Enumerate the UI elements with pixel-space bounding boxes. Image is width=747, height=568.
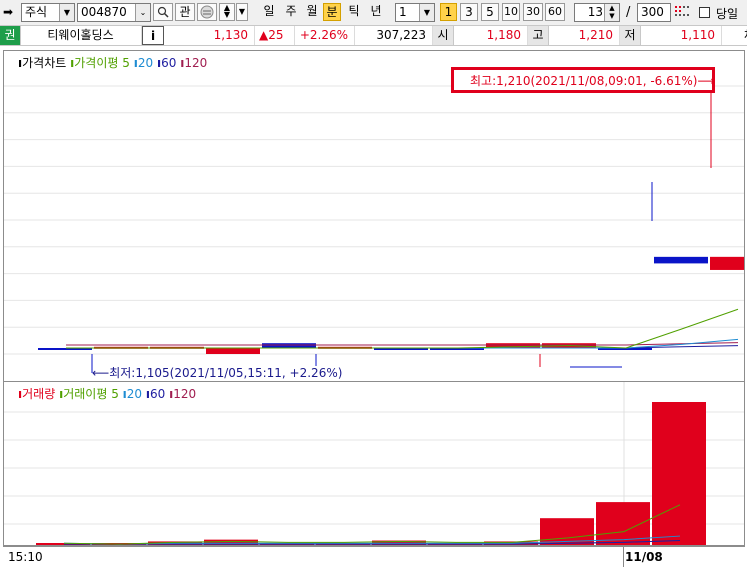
- vma60-period: 60: [150, 387, 166, 401]
- layers-icon: [200, 5, 214, 19]
- interval-select[interactable]: 1 ▼: [395, 3, 435, 22]
- search-button[interactable]: [153, 3, 173, 21]
- axis-start-time: 15:10: [8, 550, 43, 564]
- market-select-value: 주식: [25, 5, 48, 19]
- stock-type-badge: 권: [0, 26, 21, 45]
- interval-30-button[interactable]: 30: [523, 3, 543, 21]
- vma60-legend: ı60: [145, 387, 166, 401]
- ma20-legend: ı20: [133, 56, 154, 70]
- period-minute-button[interactable]: 분: [323, 3, 341, 21]
- high-annotation: 최고:1,210(2021/11/08,09:01, -6.61%)⟶: [470, 74, 715, 88]
- candle-body: [710, 256, 744, 270]
- vma20-legend: ı20: [122, 387, 143, 401]
- count-input-value: 13: [587, 5, 603, 19]
- period-tick-button[interactable]: 틱: [344, 3, 364, 21]
- ma5-line: [66, 308, 739, 349]
- volume-bar: [652, 402, 706, 545]
- axis-date-label: 11/08: [625, 550, 663, 564]
- candle-body: [262, 343, 316, 348]
- scroll-updown-button[interactable]: ▲ ▼: [219, 3, 235, 21]
- candle-body: [654, 256, 708, 264]
- stock-code-value: 004870: [81, 5, 127, 19]
- stack-button[interactable]: [197, 3, 217, 21]
- low-label: 저: [620, 26, 641, 45]
- count-separator: /: [626, 5, 631, 20]
- vma5-legend: ı거래이평 5: [59, 387, 119, 401]
- vma120-legend: ı120: [169, 387, 197, 401]
- ma120-legend: ı120: [180, 56, 208, 70]
- trade-volume: 307,223: [355, 26, 433, 45]
- same-day-checkbox[interactable]: [699, 7, 710, 18]
- chevron-down-icon: ▼: [419, 4, 434, 21]
- stock-info-button[interactable]: i: [142, 26, 164, 45]
- stock-info-bar: 권 티웨이홀딩스 i 1,130 ▲25 +2.26% 307,223 시 1,…: [0, 25, 747, 46]
- price-legend: ı가격차트 ı가격이평 5 ı20 ı60 ı120: [18, 56, 207, 70]
- vma120-period: 120: [173, 387, 197, 401]
- price-chart-panel[interactable]: ı가격차트 ı가격이평 5 ı20 ı60 ı120 최고:1,210(2021…: [3, 50, 745, 382]
- ma60-legend: ı60: [156, 56, 177, 70]
- open-price: 1,180: [453, 26, 528, 45]
- gwan-button[interactable]: 관: [175, 3, 195, 21]
- candle-body: [206, 348, 260, 354]
- current-price: 1,130: [165, 26, 255, 45]
- interval-10-button[interactable]: 10: [502, 3, 520, 21]
- total-count-input[interactable]: 300: [637, 3, 671, 22]
- count-input[interactable]: 13 ▲ ▼: [574, 3, 620, 22]
- period-day-button[interactable]: 일: [259, 3, 279, 21]
- interval-60-button[interactable]: 60: [545, 3, 565, 21]
- price-legend-title: 가격차트: [22, 56, 67, 70]
- interval-select-value: 1: [399, 5, 407, 19]
- volume-chart-panel[interactable]: ı거래량 ı거래이평 5 ı20 ı60 ı120: [3, 382, 745, 546]
- vma5-period: 5: [111, 387, 119, 401]
- price-chart-canvas[interactable]: [4, 51, 744, 381]
- interval-1-button[interactable]: 1: [440, 3, 457, 21]
- ma-legend-label: 가격이평: [74, 56, 119, 70]
- volume-legend: ı거래량 ı거래이평 5 ı20 ı60 ı120: [18, 387, 196, 401]
- period-year-button[interactable]: 년: [366, 3, 386, 21]
- chevron-down-icon: ▼: [59, 4, 74, 21]
- open-label: 시: [433, 26, 454, 45]
- low-annotation: ⟵최저:1,105(2021/11/05,15:11, +2.26%): [92, 366, 343, 380]
- change-rate: +2.26%: [295, 26, 355, 45]
- interval-3-button[interactable]: 3: [460, 3, 478, 21]
- price-change: ▲25: [255, 26, 295, 45]
- ma20-period: 20: [137, 56, 154, 70]
- ma60-period: 60: [161, 56, 177, 70]
- dropdown-button[interactable]: ▼: [236, 3, 248, 21]
- volume-chart-canvas[interactable]: [4, 382, 744, 545]
- market-select[interactable]: 주식 ▼: [21, 3, 75, 22]
- axis-date-divider: [623, 547, 624, 567]
- volume-legend-title-wrap: ı거래량: [18, 387, 56, 401]
- spinner-icon[interactable]: ▲ ▼: [604, 4, 619, 21]
- stock-name: 티웨이홀딩스: [20, 26, 142, 45]
- vma-legend-label: 거래이평: [63, 387, 108, 401]
- zoom-button[interactable]: [674, 4, 690, 20]
- high-label: 고: [528, 26, 549, 45]
- magnifier-icon: [157, 6, 169, 18]
- chart-toolbar: ➡ 주식 ▼ 004870 ⌄ 관 ▲ ▼ ▼ 일 주 월 분 틱 년 1 ▼ 1…: [0, 0, 747, 25]
- chevron-down-icon: ⌄: [135, 4, 150, 21]
- time-axis: 15:10 11/08: [3, 546, 745, 568]
- volume-legend-title: 거래량: [22, 387, 56, 401]
- stock-code-select[interactable]: 004870 ⌄: [77, 3, 151, 22]
- trade-strength-label: 체결강: [722, 26, 747, 45]
- interval-5-button[interactable]: 5: [481, 3, 499, 21]
- low-price: 1,110: [640, 26, 722, 45]
- period-week-button[interactable]: 주: [281, 3, 301, 21]
- high-price: 1,210: [548, 26, 620, 45]
- ma5-legend: ı가격이평 5: [70, 56, 130, 70]
- link-arrow-icon[interactable]: ➡: [3, 5, 13, 19]
- period-month-button[interactable]: 월: [302, 3, 322, 21]
- same-day-label: 당일: [716, 7, 739, 21]
- zoom-grid-icon: [675, 6, 689, 16]
- total-count-value: 300: [641, 5, 664, 19]
- ma120-period: 120: [184, 56, 208, 70]
- vma20-period: 20: [126, 387, 143, 401]
- ma5-period: 5: [122, 56, 130, 70]
